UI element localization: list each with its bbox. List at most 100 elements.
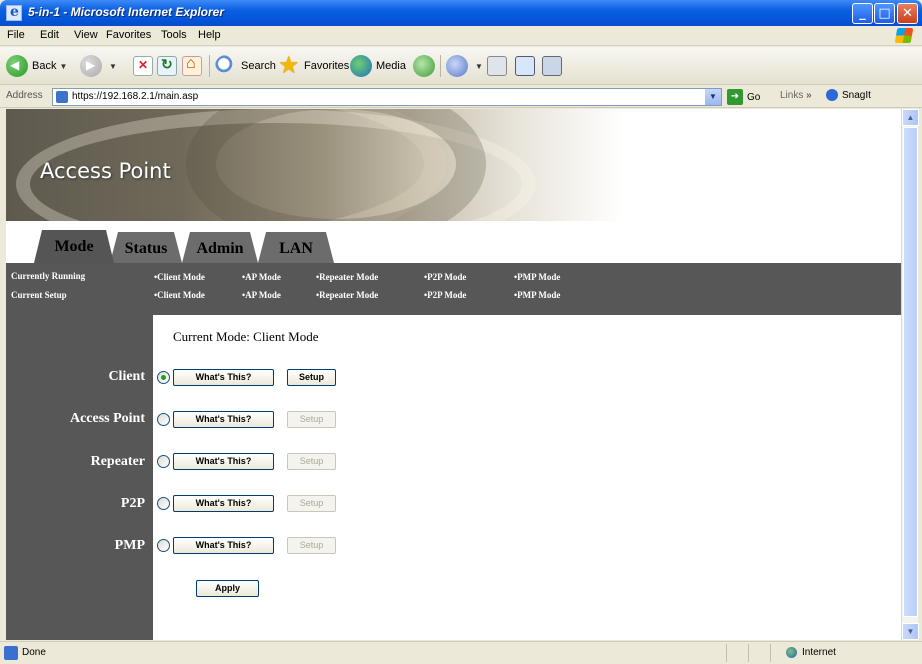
snagit-label: SnagIt xyxy=(842,89,871,101)
client-setup-button[interactable]: Setup xyxy=(287,369,336,386)
forward-arrow-icon xyxy=(80,55,102,77)
running-p2p-mode: •P2P Mode xyxy=(424,272,467,282)
go-arrow-icon: ➜ xyxy=(727,89,743,105)
banner: Access Point xyxy=(6,109,706,221)
mode-label-pmp: PMP xyxy=(114,538,145,553)
go-label: Go xyxy=(747,91,761,103)
setup-p2p-mode: •P2P Mode xyxy=(424,290,467,300)
search-button[interactable]: Search xyxy=(215,53,276,79)
mode-status-strip: Currently Running Current Setup •Client … xyxy=(6,263,901,315)
links-toolbar[interactable]: Links » xyxy=(780,90,812,101)
back-label: Back xyxy=(32,60,57,72)
mode-label-client: Client xyxy=(108,369,145,384)
banner-title: Access Point xyxy=(40,159,171,183)
banner-swirl xyxy=(186,109,486,221)
toolbar: Back ▼ ▼ Search Favorites Media ▼ xyxy=(0,47,922,85)
running-client-mode: •Client Mode xyxy=(154,272,205,282)
p2p-whats-this-button[interactable]: What's This? xyxy=(173,495,274,512)
repeater-setup-button: Setup xyxy=(287,453,336,470)
search-icon xyxy=(215,55,237,77)
tab-admin[interactable]: Admin xyxy=(182,232,258,263)
windows-logo-icon xyxy=(894,28,914,43)
setup-ap-mode: •AP Mode xyxy=(242,290,281,300)
history-button[interactable] xyxy=(413,53,439,79)
page-icon xyxy=(56,91,68,103)
pmp-setup-button: Setup xyxy=(287,537,336,554)
tab-mode[interactable]: Mode xyxy=(34,230,114,263)
home-button[interactable] xyxy=(182,53,206,79)
client-whats-this-button[interactable]: What's This? xyxy=(173,369,274,386)
forward-dropdown-icon[interactable]: ▼ xyxy=(109,62,117,71)
close-button[interactable]: ✕ xyxy=(897,3,918,24)
access-point-setup-button: Setup xyxy=(287,411,336,428)
media-label: Media xyxy=(376,60,406,72)
snagit-icon xyxy=(826,89,838,101)
scroll-thumb[interactable] xyxy=(903,127,918,617)
edit-icon xyxy=(515,56,535,76)
mail-button[interactable]: ▼ xyxy=(446,53,483,79)
favorites-button[interactable]: Favorites xyxy=(278,51,350,80)
address-bar: Address https://192.168.2.1/main.asp ▼ ➜… xyxy=(0,86,922,108)
back-button[interactable]: Back ▼ xyxy=(6,53,67,79)
stop-icon xyxy=(133,56,153,76)
zone-label: Internet xyxy=(802,647,836,658)
go-button[interactable]: ➜ Go xyxy=(727,89,760,105)
vertical-scrollbar[interactable]: ▲ ▼ xyxy=(901,109,919,640)
setup-client-mode: •Client Mode xyxy=(154,290,205,300)
mail-dropdown-icon[interactable]: ▼ xyxy=(475,62,483,71)
menu-help[interactable]: Help xyxy=(198,29,221,41)
running-pmp-mode: •PMP Mode xyxy=(514,272,561,282)
snagit-button[interactable]: SnagIt xyxy=(826,89,871,101)
current-mode-text: Current Mode: Client Mode xyxy=(173,329,319,344)
links-chevron-icon[interactable]: » xyxy=(806,90,812,101)
pmp-radio[interactable] xyxy=(157,539,170,552)
favorites-label: Favorites xyxy=(304,60,350,72)
scroll-up-arrow-icon[interactable]: ▲ xyxy=(902,109,919,126)
currently-running-label: Currently Running xyxy=(11,271,86,281)
running-ap-mode: •AP Mode xyxy=(242,272,281,282)
access-point-radio[interactable] xyxy=(157,413,170,426)
minimize-button[interactable]: _ xyxy=(852,3,873,24)
history-icon xyxy=(413,55,435,77)
menu-favorites[interactable]: Favorites xyxy=(106,29,151,41)
messenger-button[interactable] xyxy=(542,53,566,79)
status-divider xyxy=(770,644,771,662)
window-title: 5-in-1 - Microsoft Internet Explorer xyxy=(28,5,225,19)
stop-button[interactable] xyxy=(133,53,157,79)
menu-file[interactable]: File xyxy=(7,29,25,41)
menu-tools[interactable]: Tools xyxy=(161,29,187,41)
p2p-radio[interactable] xyxy=(157,497,170,510)
repeater-whats-this-button[interactable]: What's This? xyxy=(173,453,274,470)
client-radio[interactable] xyxy=(157,371,170,384)
tab-status[interactable]: Status xyxy=(110,232,182,263)
edit-button[interactable] xyxy=(515,53,539,79)
apply-button[interactable]: Apply xyxy=(196,580,259,597)
repeater-radio[interactable] xyxy=(157,455,170,468)
refresh-button[interactable] xyxy=(157,53,181,79)
address-url[interactable]: https://192.168.2.1/main.asp xyxy=(72,91,198,102)
setup-pmp-mode: •PMP Mode xyxy=(514,290,561,300)
media-button[interactable]: Media xyxy=(350,53,406,79)
internet-globe-icon xyxy=(786,647,797,658)
security-zone: Internet xyxy=(786,647,836,658)
address-input[interactable]: https://192.168.2.1/main.asp ▼ xyxy=(52,88,722,106)
pmp-whats-this-button[interactable]: What's This? xyxy=(173,537,274,554)
access-point-whats-this-button[interactable]: What's This? xyxy=(173,411,274,428)
scroll-down-arrow-icon[interactable]: ▼ xyxy=(902,623,919,640)
forward-button[interactable]: ▼ xyxy=(80,53,117,79)
menu-view[interactable]: View xyxy=(74,29,98,41)
print-icon xyxy=(487,56,507,76)
page-content: Access Point LAN Admin Status Mode Curre… xyxy=(6,109,901,640)
status-text: Done xyxy=(22,647,46,658)
back-dropdown-icon[interactable]: ▼ xyxy=(59,62,67,71)
maximize-button[interactable]: □ xyxy=(874,3,895,24)
setup-repeater-mode: •Repeater Mode xyxy=(316,290,379,300)
print-button[interactable] xyxy=(487,53,511,79)
menu-edit[interactable]: Edit xyxy=(40,29,59,41)
mail-icon xyxy=(446,55,468,77)
address-dropdown-icon[interactable]: ▼ xyxy=(705,89,721,105)
status-divider xyxy=(726,644,727,662)
mode-label-repeater: Repeater xyxy=(90,454,145,469)
tab-lan[interactable]: LAN xyxy=(258,232,334,263)
tab-row: LAN Admin Status Mode xyxy=(6,221,901,263)
